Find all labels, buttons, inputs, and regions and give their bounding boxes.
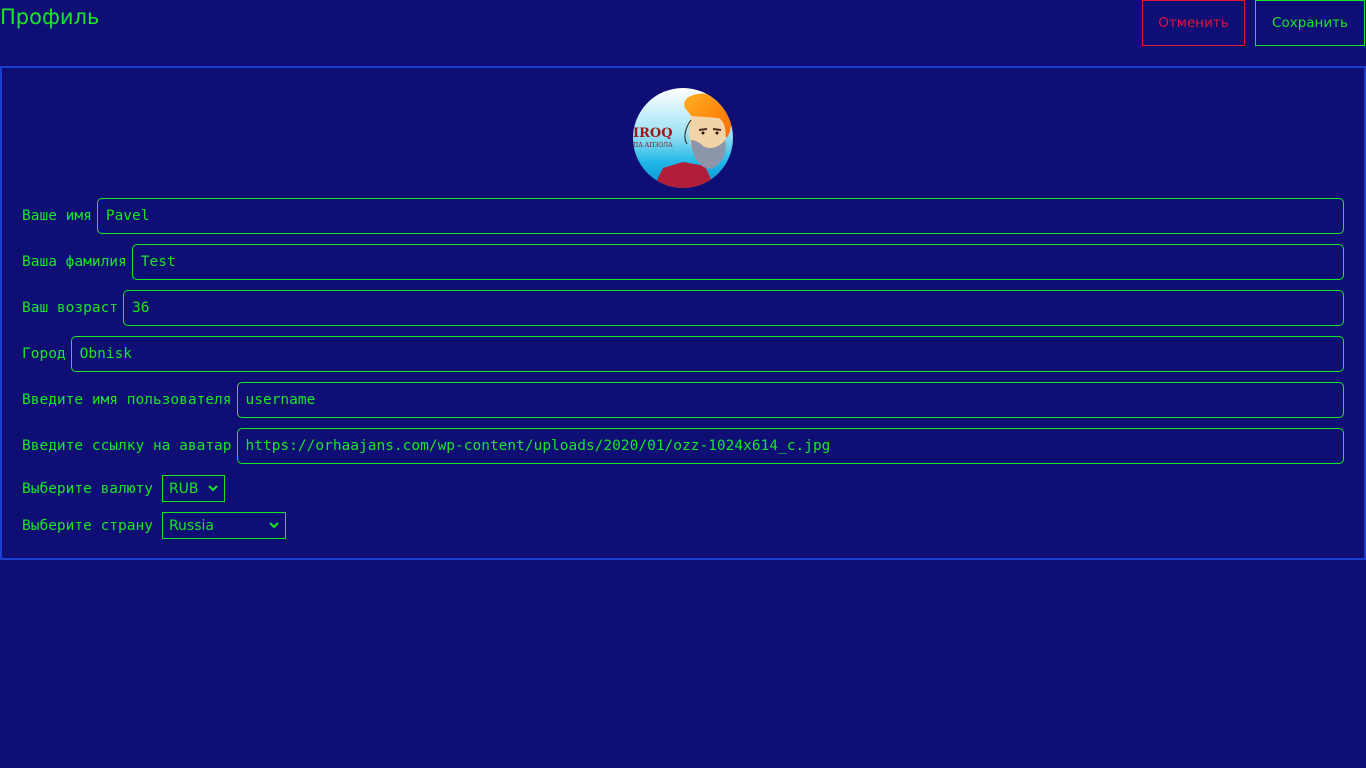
avatar-url-label: Введите ссылку на аватар xyxy=(22,438,232,454)
age-input[interactable] xyxy=(123,290,1344,326)
first-name-input[interactable] xyxy=(96,198,1344,234)
country-select[interactable]: Russia xyxy=(161,512,286,539)
first-name-row: Ваше имя xyxy=(22,198,1344,234)
country-label: Выберите страну xyxy=(22,517,153,534)
avatar-logo-subtext: ПА АПЗОЛА xyxy=(633,142,673,149)
username-row: Введите имя пользователя xyxy=(22,382,1344,418)
save-button[interactable]: Сохранить xyxy=(1255,0,1365,46)
avatar: IROQ ПА АПЗОЛА xyxy=(633,88,733,188)
profile-panel: IROQ ПА АПЗОЛА Ваше имя Ваша фамилия Ваш… xyxy=(0,66,1366,560)
city-input[interactable] xyxy=(70,336,1344,372)
currency-row: Выберите валюту RUB xyxy=(22,475,1344,502)
country-selected-value: Russia xyxy=(168,517,214,534)
age-label: Ваш возраст xyxy=(22,300,119,316)
currency-label: Выберите валюту xyxy=(22,480,153,497)
page-title: Профиль xyxy=(0,5,100,29)
avatar-url-input[interactable] xyxy=(236,428,1344,464)
username-label: Введите имя пользователя xyxy=(22,392,232,408)
last-name-input[interactable] xyxy=(131,244,1344,280)
city-label: Город xyxy=(22,346,66,362)
last-name-label: Ваша фамилия xyxy=(22,254,127,270)
chevron-down-icon xyxy=(269,522,279,529)
avatar-logo-text: IROQ xyxy=(633,126,673,141)
avatar-image: IROQ ПА АПЗОЛА xyxy=(633,88,733,188)
city-row: Город xyxy=(22,336,1344,372)
first-name-label: Ваше имя xyxy=(22,208,92,224)
currency-selected-value: RUB xyxy=(168,480,199,497)
chevron-down-icon xyxy=(208,485,218,492)
country-row: Выберите страну Russia xyxy=(22,512,1344,539)
username-input[interactable] xyxy=(236,382,1344,418)
last-name-row: Ваша фамилия xyxy=(22,244,1344,280)
avatar-url-row: Введите ссылку на аватар xyxy=(22,428,1344,464)
age-row: Ваш возраст xyxy=(22,290,1344,326)
cancel-button[interactable]: Отменить xyxy=(1142,0,1245,46)
currency-select[interactable]: RUB xyxy=(161,475,225,502)
